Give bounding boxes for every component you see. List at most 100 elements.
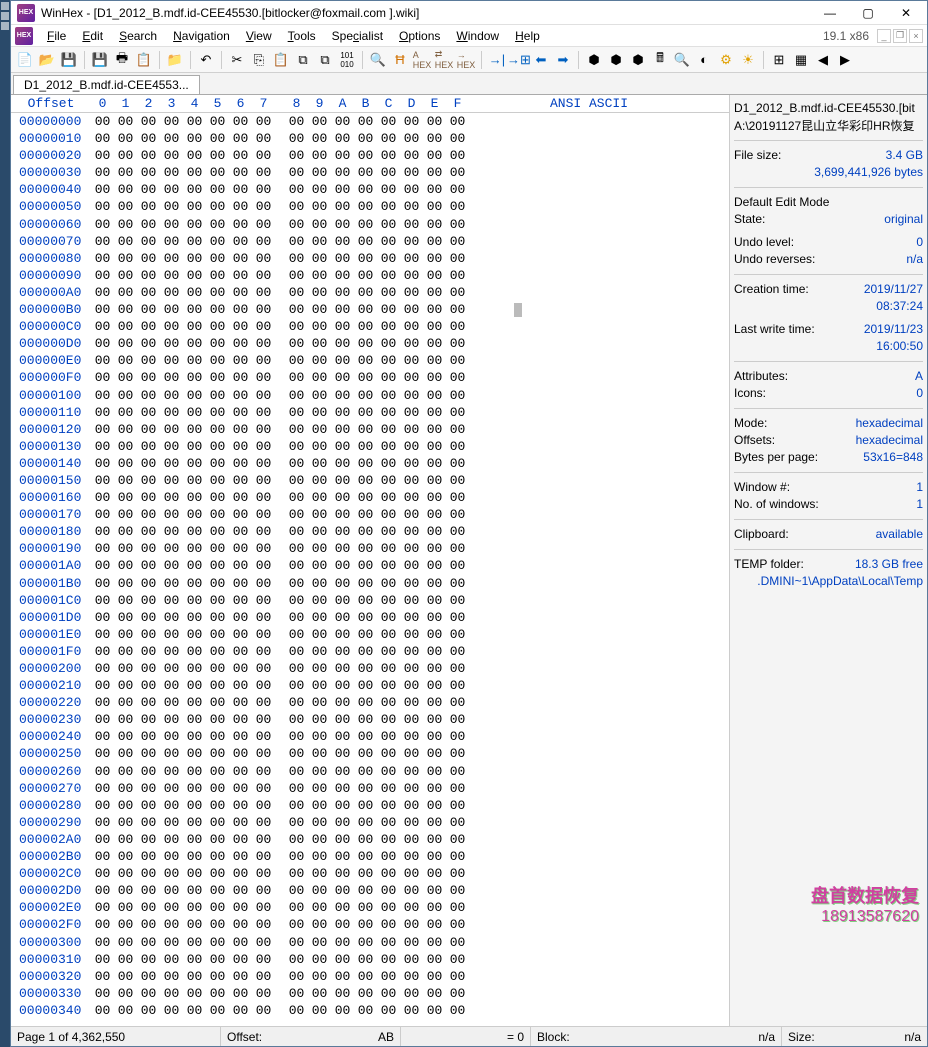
hex-row[interactable]: 000000C000000000000000000000000000000000 [11, 318, 729, 335]
find-hex-icon[interactable]: Ħ [390, 50, 410, 70]
hex-row[interactable]: 000001E000000000000000000000000000000000 [11, 626, 729, 643]
undo-icon[interactable]: ↶ [196, 50, 216, 70]
menu-options[interactable]: Options [391, 27, 448, 45]
menu-window[interactable]: Window [448, 27, 507, 45]
hex-row[interactable]: 0000005000000000000000000000000000000000 [11, 198, 729, 215]
hex-row[interactable]: 000001C000000000000000000000000000000000 [11, 592, 729, 609]
mdi-restore-button[interactable]: ❐ [893, 29, 907, 43]
print-icon[interactable]: 🖶 [112, 50, 132, 70]
tool2-icon[interactable]: ⚙ [716, 50, 736, 70]
hex-row[interactable]: 0000017000000000000000000000000000000000 [11, 506, 729, 523]
binary-icon[interactable]: 101010 [337, 50, 357, 70]
forward-icon[interactable]: ➡ [553, 50, 573, 70]
tool1-icon[interactable]: ◐ [694, 50, 714, 70]
file-tab[interactable]: D1_2012_B.mdf.id-CEE4553... [13, 75, 200, 94]
hex-row[interactable]: 0000014000000000000000000000000000000000 [11, 455, 729, 472]
hex-row[interactable]: 0000020000000000000000000000000000000000 [11, 660, 729, 677]
hex-row[interactable]: 000001B000000000000000000000000000000000 [11, 575, 729, 592]
hex-row[interactable]: 0000019000000000000000000000000000000000 [11, 540, 729, 557]
hex-row[interactable]: 000002C000000000000000000000000000000000 [11, 865, 729, 882]
goto-sector-icon[interactable]: →⊞ [509, 50, 529, 70]
replace-icon[interactable]: ⇄HEX [434, 50, 454, 70]
hex-row[interactable]: 0000013000000000000000000000000000000000 [11, 438, 729, 455]
maximize-button[interactable]: ▢ [849, 2, 887, 24]
hex-row[interactable]: 000001D000000000000000000000000000000000 [11, 609, 729, 626]
hex-row[interactable]: 000002F000000000000000000000000000000000 [11, 916, 729, 933]
hex-row[interactable]: 000002E000000000000000000000000000000000 [11, 899, 729, 916]
prev-icon[interactable]: ◀ [813, 50, 833, 70]
find-icon[interactable]: 🔍 [368, 50, 388, 70]
hex-row[interactable]: 0000022000000000000000000000000000000000 [11, 694, 729, 711]
hex-row[interactable]: 000000F000000000000000000000000000000000 [11, 369, 729, 386]
open-file-icon[interactable]: 📂 [37, 50, 57, 70]
hex-row[interactable]: 000002A000000000000000000000000000000000 [11, 831, 729, 848]
paste-block-icon[interactable]: ⧉ [315, 50, 335, 70]
hex-row[interactable]: 0000032000000000000000000000000000000000 [11, 968, 729, 985]
hex-row[interactable]: 0000015000000000000000000000000000000000 [11, 472, 729, 489]
hex-row[interactable]: 0000011000000000000000000000000000000000 [11, 404, 729, 421]
hex-row[interactable]: 0000010000000000000000000000000000000000 [11, 387, 729, 404]
hex-row[interactable]: 0000021000000000000000000000000000000000 [11, 677, 729, 694]
save-icon[interactable]: 💾 [90, 50, 110, 70]
tile-icon[interactable]: ▦ [791, 50, 811, 70]
minimize-button[interactable]: — [811, 2, 849, 24]
close-button[interactable]: ✕ [887, 2, 925, 24]
tool3-icon[interactable]: ☀ [738, 50, 758, 70]
hex-row[interactable]: 0000034000000000000000000000000000000000 [11, 1002, 729, 1019]
hex-row[interactable]: 0000007000000000000000000000000000000000 [11, 233, 729, 250]
menu-view[interactable]: View [238, 27, 280, 45]
hex-row[interactable]: 0000002000000000000000000000000000000000 [11, 147, 729, 164]
menu-specialist[interactable]: Specialist [324, 27, 391, 45]
goto-icon[interactable]: →HEX [456, 50, 476, 70]
disk3-icon[interactable]: ⬢ [628, 50, 648, 70]
hex-row[interactable]: 0000009000000000000000000000000000000000 [11, 267, 729, 284]
open-disk-icon[interactable]: 💾 [59, 50, 79, 70]
next-icon[interactable]: ▶ [835, 50, 855, 70]
hex-row[interactable]: 000000E000000000000000000000000000000000 [11, 352, 729, 369]
goto-offset-icon[interactable]: →| [487, 50, 507, 70]
disk2-icon[interactable]: ⬢ [606, 50, 626, 70]
hex-row[interactable]: 0000024000000000000000000000000000000000 [11, 728, 729, 745]
menu-search[interactable]: Search [111, 27, 165, 45]
hex-row[interactable]: 0000026000000000000000000000000000000000 [11, 763, 729, 780]
menu-app-icon[interactable]: HEX [15, 27, 33, 45]
hex-row[interactable]: 0000006000000000000000000000000000000000 [11, 216, 729, 233]
find-text-icon[interactable]: AHEX [412, 50, 432, 70]
properties-icon[interactable]: 📋 [134, 50, 154, 70]
copy-block-icon[interactable]: ⧉ [293, 50, 313, 70]
hex-row[interactable]: 0000027000000000000000000000000000000000 [11, 780, 729, 797]
copy-icon[interactable]: ⎘ [249, 50, 269, 70]
back-icon[interactable]: ⬅ [531, 50, 551, 70]
new-file-icon[interactable]: 📄 [15, 50, 35, 70]
hex-row[interactable]: 0000029000000000000000000000000000000000 [11, 814, 729, 831]
paste-icon[interactable]: 📋 [271, 50, 291, 70]
cut-icon[interactable]: ✂ [227, 50, 247, 70]
hex-row[interactable]: 000001F000000000000000000000000000000000 [11, 643, 729, 660]
hex-row[interactable]: 0000030000000000000000000000000000000000 [11, 934, 729, 951]
hex-row[interactable]: 0000003000000000000000000000000000000000 [11, 164, 729, 181]
hex-row[interactable]: 000000D000000000000000000000000000000000 [11, 335, 729, 352]
hex-row[interactable]: 0000023000000000000000000000000000000000 [11, 711, 729, 728]
hex-row[interactable]: 000002D000000000000000000000000000000000 [11, 882, 729, 899]
folder-icon[interactable]: 📁 [165, 50, 185, 70]
hex-row[interactable]: 000000B000000000000000000000000000000000 [11, 301, 729, 318]
hex-row[interactable]: 0000008000000000000000000000000000000000 [11, 250, 729, 267]
hex-row[interactable]: 0000001000000000000000000000000000000000 [11, 130, 729, 147]
hex-row[interactable]: 0000004000000000000000000000000000000000 [11, 181, 729, 198]
search-icon[interactable]: 🔍 [672, 50, 692, 70]
hex-row[interactable]: 000002B000000000000000000000000000000000 [11, 848, 729, 865]
options-icon[interactable]: ⊞ [769, 50, 789, 70]
hex-row[interactable]: 000000A000000000000000000000000000000000 [11, 284, 729, 301]
menu-tools[interactable]: Tools [280, 27, 324, 45]
menu-edit[interactable]: Edit [74, 27, 111, 45]
hex-body[interactable]: 0000000000000000000000000000000000000000… [11, 113, 729, 1026]
hex-row[interactable]: 0000016000000000000000000000000000000000 [11, 489, 729, 506]
hex-row[interactable]: 0000025000000000000000000000000000000000 [11, 745, 729, 762]
menu-file[interactable]: File [39, 27, 74, 45]
hex-row[interactable]: 0000018000000000000000000000000000000000 [11, 523, 729, 540]
menu-help[interactable]: Help [507, 27, 548, 45]
hex-row[interactable]: 0000000000000000000000000000000000000000 [11, 113, 729, 130]
hex-row[interactable]: 0000033000000000000000000000000000000000 [11, 985, 729, 1002]
hex-row[interactable]: 0000012000000000000000000000000000000000 [11, 421, 729, 438]
calculator-icon[interactable]: 🖩 [650, 50, 670, 70]
